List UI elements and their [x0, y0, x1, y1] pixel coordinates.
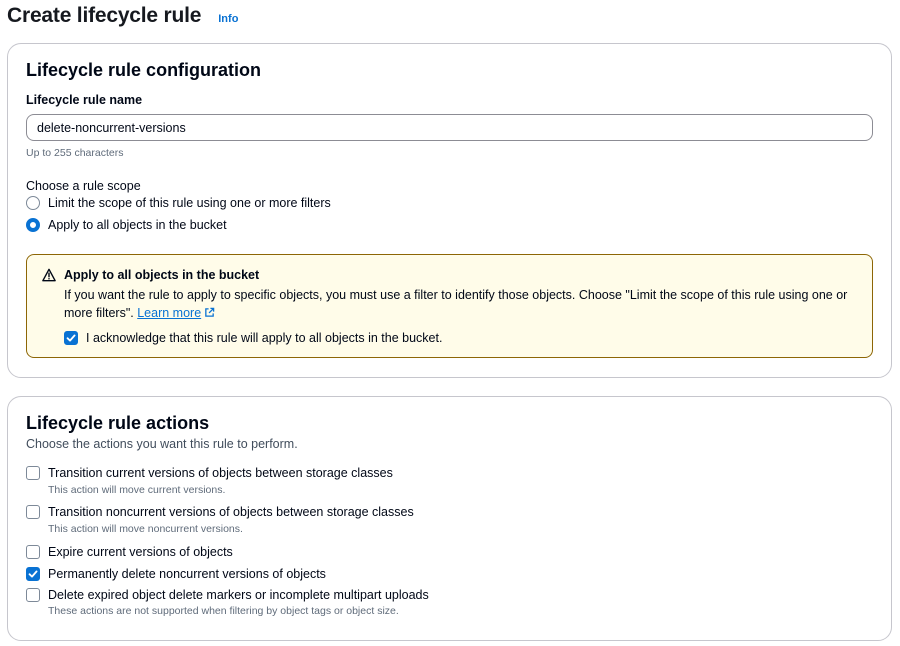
action-expire-current-label: Expire current versions of objects	[48, 545, 233, 559]
radio-all-objects[interactable]	[26, 218, 40, 232]
action-transition-current[interactable]: Transition current versions of objects b…	[26, 466, 393, 480]
checkbox-delete-noncurrent[interactable]	[26, 567, 40, 581]
action-transition-noncurrent-label: Transition noncurrent versions of object…	[48, 505, 414, 519]
acknowledge-checkbox[interactable]	[64, 331, 78, 345]
actions-description: Choose the actions you want this rule to…	[26, 437, 298, 451]
alert-body: If you want the rule to apply to specifi…	[64, 286, 854, 322]
checkmark-icon	[28, 570, 38, 578]
action-delete-expired-markers-description: These actions are not supported when fil…	[48, 605, 399, 617]
rule-name-label: Lifecycle rule name	[26, 93, 143, 107]
learn-more-link[interactable]: Learn more	[137, 306, 215, 320]
action-transition-current-label: Transition current versions of objects b…	[48, 466, 393, 480]
action-transition-noncurrent[interactable]: Transition noncurrent versions of object…	[26, 505, 414, 519]
warning-icon	[42, 268, 56, 282]
scope-option-all-objects-label: Apply to all objects in the bucket	[48, 218, 227, 232]
action-delete-noncurrent[interactable]: Permanently delete noncurrent versions o…	[26, 567, 326, 581]
scope-label: Choose a rule scope	[26, 179, 141, 193]
action-transition-noncurrent-description: This action will move noncurrent version…	[48, 523, 243, 535]
rule-name-input[interactable]	[26, 114, 873, 141]
checkbox-delete-expired-markers[interactable]	[26, 588, 40, 602]
info-link[interactable]: Info	[218, 13, 238, 25]
action-delete-noncurrent-label: Permanently delete noncurrent versions o…	[48, 567, 326, 581]
page-title: Create lifecycle rule	[7, 4, 202, 27]
actions-heading: Lifecycle rule actions	[26, 413, 210, 433]
scope-option-all-objects[interactable]: Apply to all objects in the bucket	[26, 218, 227, 232]
action-delete-expired-markers-label: Delete expired object delete markers or …	[48, 588, 429, 602]
config-heading: Lifecycle rule configuration	[26, 60, 262, 80]
scope-option-filter-label: Limit the scope of this rule using one o…	[48, 196, 331, 210]
action-delete-expired-markers[interactable]: Delete expired object delete markers or …	[26, 588, 429, 602]
radio-filter[interactable]	[26, 196, 40, 210]
checkbox-transition-current[interactable]	[26, 466, 40, 480]
alert-title: Apply to all objects in the bucket	[64, 268, 260, 282]
acknowledge-label: I acknowledge that this rule will apply …	[86, 331, 443, 345]
scope-option-filter[interactable]: Limit the scope of this rule using one o…	[26, 196, 331, 210]
lifecycle-rule-actions-panel: Lifecycle rule actions Choose the action…	[7, 396, 892, 641]
acknowledge-checkbox-row[interactable]: I acknowledge that this rule will apply …	[64, 331, 442, 345]
checkbox-expire-current[interactable]	[26, 545, 40, 559]
action-transition-current-description: This action will move current versions.	[48, 484, 226, 496]
action-expire-current[interactable]: Expire current versions of objects	[26, 545, 233, 559]
external-link-icon	[205, 307, 215, 317]
warning-alert: Apply to all objects in the bucket If yo…	[26, 254, 873, 358]
learn-more-label: Learn more	[137, 306, 202, 320]
rule-name-constraint: Up to 255 characters	[26, 147, 124, 159]
lifecycle-rule-configuration-panel: Lifecycle rule configuration Lifecycle r…	[7, 43, 892, 378]
page-header: Create lifecycle rule Info	[7, 4, 238, 28]
checkbox-transition-noncurrent[interactable]	[26, 505, 40, 519]
checkmark-icon	[66, 334, 76, 342]
